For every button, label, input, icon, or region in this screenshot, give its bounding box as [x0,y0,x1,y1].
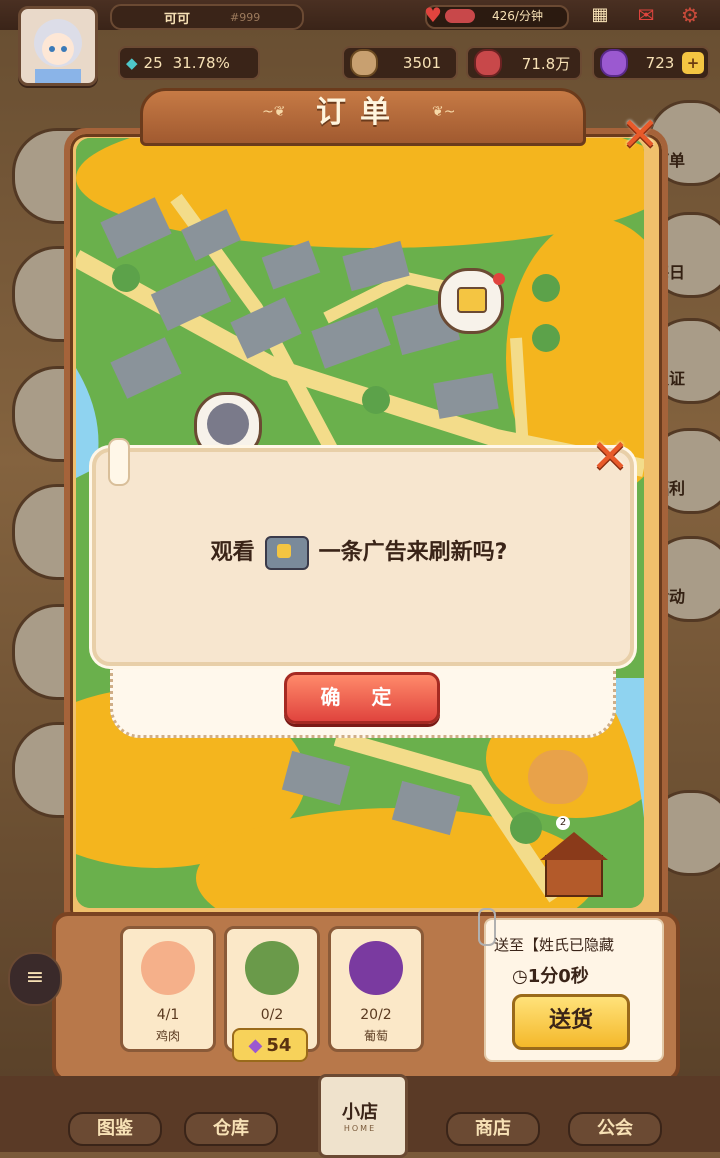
close-dialog-icon[interactable]: ✕ [590,433,630,479]
hearts-counter: 71.8万 [466,46,582,80]
gems-value: 723 [645,54,675,72]
nav-home-sublabel: HOME [343,1124,377,1133]
ship-button[interactable]: 送货 [512,994,630,1050]
nav-shop[interactable]: 商店 [446,1112,540,1146]
item-name: 鸡肉 [155,1029,180,1043]
tv-icon [264,536,309,570]
gear-icon[interactable]: ⚙ [676,4,704,26]
nav-catalog[interactable]: 图鉴 [68,1112,162,1146]
map-marker-badge: 2 [556,816,570,830]
mail-icon[interactable]: ✉ [632,4,660,26]
income-rate: 426/分钟 [492,9,543,23]
gem-cost-button[interactable]: ◆ 54 [232,1028,308,1062]
nav-home-label: 小店 [342,1102,378,1123]
close-panel-icon[interactable]: ✕ [620,111,660,157]
player-name-bar[interactable]: 可可 #999 [110,4,304,30]
coin-icon [350,49,378,77]
coins-counter: 3501 [342,46,458,80]
dialog-text-before: 观看 [210,540,255,565]
item-count: 20/2 [360,1007,392,1023]
chicken-icon [141,941,195,995]
dialog-tag-icon [108,438,130,486]
player-avatar[interactable] [18,6,98,86]
customer-avatar-icon [207,403,249,445]
ship-timer: ◷1分0秒 [512,962,589,988]
heart-icon: ♥ [424,3,442,27]
clock-icon: ◷ [512,966,528,987]
add-gems-button[interactable]: + [682,52,704,74]
nav-warehouse[interactable]: 仓库 [184,1112,278,1146]
player-name: 可可 [164,11,191,27]
grape-icon [349,941,403,995]
gem-icon [600,49,628,77]
calendar-icon[interactable]: ▦ [586,4,614,26]
item-count: 4/1 [156,1007,180,1023]
avatar-portrait-icon [34,19,82,83]
order-item-card[interactable]: 20/2 葡萄 [328,926,424,1052]
level-value: 25 [143,54,163,72]
notification-dot [493,273,505,285]
item-name: 葡萄 [363,1029,388,1043]
level-percent: 31.78% [172,54,230,72]
level-chip: ◆ 25 31.78% [118,46,260,80]
dialog-text-after: 一条广告来刷新吗? [318,540,508,565]
dog-icon [528,750,588,804]
item-count: 0/2 [260,1007,284,1023]
hearts-value: 71.8万 [521,54,571,73]
ship-destination: 送至【姓氏已隐藏 [494,936,615,954]
order-item-card[interactable]: 4/1 鸡肉 [120,926,216,1052]
nav-guild[interactable]: 公会 [568,1112,662,1146]
dialog-message: 观看 一条广告来刷新吗? [92,534,626,570]
crab-sack-icon [245,941,299,995]
chat-icon[interactable]: ≡ [8,952,62,1006]
heart-coin-icon [474,49,502,77]
ship-time-value: 1分0秒 [527,966,589,987]
player-id: #999 [230,10,261,24]
gems-counter: 723 + [592,46,710,80]
order-title: 订单 [316,95,404,130]
confirm-button[interactable]: 确 定 [284,672,440,724]
map-video-marker[interactable] [438,268,505,334]
gem-cost-value: 54 [266,1034,292,1056]
play-icon [457,287,487,313]
diamond-icon: ◆ [126,54,138,72]
gem-icon: ◆ [248,1034,263,1056]
coins-value: 3501 [402,54,442,72]
